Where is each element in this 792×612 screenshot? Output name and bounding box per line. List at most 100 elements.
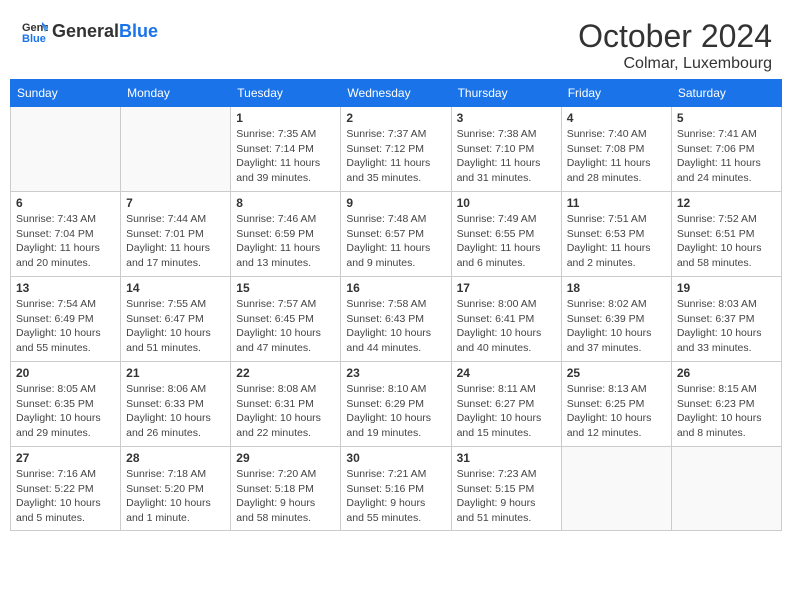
calendar-cell: 20 Sunrise: 8:05 AM Sunset: 6:35 PM Dayli…: [11, 362, 121, 447]
day-number: 19: [677, 281, 776, 295]
day-info: Sunrise: 7:35 AM Sunset: 7:14 PM Dayligh…: [236, 127, 335, 186]
calendar-cell: [121, 107, 231, 192]
calendar-cell: 8 Sunrise: 7:46 AM Sunset: 6:59 PM Daylig…: [231, 192, 341, 277]
calendar-cell: 12 Sunrise: 7:52 AM Sunset: 6:51 PM Dayli…: [671, 192, 781, 277]
day-header-wednesday: Wednesday: [341, 80, 451, 107]
day-info: Sunrise: 8:10 AM Sunset: 6:29 PM Dayligh…: [346, 382, 445, 441]
days-header-row: SundayMondayTuesdayWednesdayThursdayFrid…: [11, 80, 782, 107]
day-header-thursday: Thursday: [451, 80, 561, 107]
day-number: 1: [236, 111, 335, 125]
day-number: 11: [567, 196, 666, 210]
day-info: Sunrise: 7:58 AM Sunset: 6:43 PM Dayligh…: [346, 297, 445, 356]
calendar-cell: 6 Sunrise: 7:43 AM Sunset: 7:04 PM Daylig…: [11, 192, 121, 277]
day-number: 14: [126, 281, 225, 295]
day-number: 9: [346, 196, 445, 210]
day-number: 24: [457, 366, 556, 380]
day-info: Sunrise: 7:46 AM Sunset: 6:59 PM Dayligh…: [236, 212, 335, 271]
day-number: 25: [567, 366, 666, 380]
calendar-cell: 15 Sunrise: 7:57 AM Sunset: 6:45 PM Dayli…: [231, 277, 341, 362]
day-info: Sunrise: 7:43 AM Sunset: 7:04 PM Dayligh…: [16, 212, 115, 271]
logo: General Blue GeneralBlue: [20, 18, 158, 46]
day-info: Sunrise: 8:02 AM Sunset: 6:39 PM Dayligh…: [567, 297, 666, 356]
day-info: Sunrise: 7:48 AM Sunset: 6:57 PM Dayligh…: [346, 212, 445, 271]
day-info: Sunrise: 7:52 AM Sunset: 6:51 PM Dayligh…: [677, 212, 776, 271]
day-info: Sunrise: 7:57 AM Sunset: 6:45 PM Dayligh…: [236, 297, 335, 356]
calendar-cell: 1 Sunrise: 7:35 AM Sunset: 7:14 PM Daylig…: [231, 107, 341, 192]
day-info: Sunrise: 8:05 AM Sunset: 6:35 PM Dayligh…: [16, 382, 115, 441]
day-number: 10: [457, 196, 556, 210]
day-header-saturday: Saturday: [671, 80, 781, 107]
logo-icon: General Blue: [20, 18, 48, 46]
calendar-cell: 24 Sunrise: 8:11 AM Sunset: 6:27 PM Dayli…: [451, 362, 561, 447]
day-header-tuesday: Tuesday: [231, 80, 341, 107]
day-header-friday: Friday: [561, 80, 671, 107]
calendar-cell: [11, 107, 121, 192]
calendar-cell: 18 Sunrise: 8:02 AM Sunset: 6:39 PM Dayli…: [561, 277, 671, 362]
day-header-monday: Monday: [121, 80, 231, 107]
day-number: 15: [236, 281, 335, 295]
day-info: Sunrise: 7:40 AM Sunset: 7:08 PM Dayligh…: [567, 127, 666, 186]
calendar-cell: 19 Sunrise: 8:03 AM Sunset: 6:37 PM Dayli…: [671, 277, 781, 362]
day-number: 28: [126, 451, 225, 465]
calendar-cell: 10 Sunrise: 7:49 AM Sunset: 6:55 PM Dayli…: [451, 192, 561, 277]
calendar-table: SundayMondayTuesdayWednesdayThursdayFrid…: [10, 79, 782, 531]
day-number: 22: [236, 366, 335, 380]
day-info: Sunrise: 7:16 AM Sunset: 5:22 PM Dayligh…: [16, 467, 115, 526]
week-row-3: 13 Sunrise: 7:54 AM Sunset: 6:49 PM Dayli…: [11, 277, 782, 362]
day-number: 20: [16, 366, 115, 380]
day-info: Sunrise: 7:38 AM Sunset: 7:10 PM Dayligh…: [457, 127, 556, 186]
day-info: Sunrise: 7:51 AM Sunset: 6:53 PM Dayligh…: [567, 212, 666, 271]
calendar-cell: 26Sunrise: 8:15 AM Sunset: 6:23 PM Dayli…: [671, 362, 781, 447]
day-header-sunday: Sunday: [11, 80, 121, 107]
day-number: 7: [126, 196, 225, 210]
calendar-cell: 25 Sunrise: 8:13 AM Sunset: 6:25 PM Dayli…: [561, 362, 671, 447]
calendar-cell: 31Sunrise: 7:23 AM Sunset: 5:15 PM Dayli…: [451, 447, 561, 531]
calendar-cell: 21 Sunrise: 8:06 AM Sunset: 6:33 PM Dayli…: [121, 362, 231, 447]
day-number: 2: [346, 111, 445, 125]
calendar-cell: 11 Sunrise: 7:51 AM Sunset: 6:53 PM Dayli…: [561, 192, 671, 277]
day-number: 6: [16, 196, 115, 210]
calendar-cell: [561, 447, 671, 531]
week-row-5: 27Sunrise: 7:16 AM Sunset: 5:22 PM Dayli…: [11, 447, 782, 531]
day-number: 29: [236, 451, 335, 465]
day-number: 12: [677, 196, 776, 210]
day-number: 23: [346, 366, 445, 380]
calendar-cell: 17Sunrise: 8:00 AM Sunset: 6:41 PM Dayli…: [451, 277, 561, 362]
calendar-cell: 4 Sunrise: 7:40 AM Sunset: 7:08 PM Daylig…: [561, 107, 671, 192]
title-block: October 2024 Colmar, Luxembourg: [578, 18, 772, 73]
day-info: Sunrise: 7:54 AM Sunset: 6:49 PM Dayligh…: [16, 297, 115, 356]
day-info: Sunrise: 8:11 AM Sunset: 6:27 PM Dayligh…: [457, 382, 556, 441]
day-info: Sunrise: 7:20 AM Sunset: 5:18 PM Dayligh…: [236, 467, 335, 526]
calendar-cell: 14Sunrise: 7:55 AM Sunset: 6:47 PM Dayli…: [121, 277, 231, 362]
calendar-cell: 5Sunrise: 7:41 AM Sunset: 7:06 PM Daylig…: [671, 107, 781, 192]
calendar-cell: 30Sunrise: 7:21 AM Sunset: 5:16 PM Dayli…: [341, 447, 451, 531]
day-info: Sunrise: 8:13 AM Sunset: 6:25 PM Dayligh…: [567, 382, 666, 441]
day-number: 13: [16, 281, 115, 295]
day-info: Sunrise: 8:06 AM Sunset: 6:33 PM Dayligh…: [126, 382, 225, 441]
day-info: Sunrise: 8:08 AM Sunset: 6:31 PM Dayligh…: [236, 382, 335, 441]
day-number: 4: [567, 111, 666, 125]
day-info: Sunrise: 8:00 AM Sunset: 6:41 PM Dayligh…: [457, 297, 556, 356]
calendar-cell: 7 Sunrise: 7:44 AM Sunset: 7:01 PM Daylig…: [121, 192, 231, 277]
day-number: 16: [346, 281, 445, 295]
day-info: Sunrise: 7:23 AM Sunset: 5:15 PM Dayligh…: [457, 467, 556, 526]
day-info: Sunrise: 7:18 AM Sunset: 5:20 PM Dayligh…: [126, 467, 225, 526]
calendar-cell: 29 Sunrise: 7:20 AM Sunset: 5:18 PM Dayli…: [231, 447, 341, 531]
week-row-4: 20 Sunrise: 8:05 AM Sunset: 6:35 PM Dayli…: [11, 362, 782, 447]
day-info: Sunrise: 8:03 AM Sunset: 6:37 PM Dayligh…: [677, 297, 776, 356]
day-number: 21: [126, 366, 225, 380]
week-row-2: 6 Sunrise: 7:43 AM Sunset: 7:04 PM Daylig…: [11, 192, 782, 277]
calendar-cell: 9 Sunrise: 7:48 AM Sunset: 6:57 PM Daylig…: [341, 192, 451, 277]
logo-blue-text: Blue: [119, 21, 158, 41]
day-info: Sunrise: 7:49 AM Sunset: 6:55 PM Dayligh…: [457, 212, 556, 271]
calendar-cell: 28 Sunrise: 7:18 AM Sunset: 5:20 PM Dayli…: [121, 447, 231, 531]
calendar-cell: 13 Sunrise: 7:54 AM Sunset: 6:49 PM Dayli…: [11, 277, 121, 362]
calendar-cell: 23 Sunrise: 8:10 AM Sunset: 6:29 PM Dayli…: [341, 362, 451, 447]
day-number: 8: [236, 196, 335, 210]
day-number: 18: [567, 281, 666, 295]
day-info: Sunrise: 7:41 AM Sunset: 7:06 PM Dayligh…: [677, 127, 776, 186]
day-number: 26: [677, 366, 776, 380]
day-number: 30: [346, 451, 445, 465]
day-number: 3: [457, 111, 556, 125]
day-info: Sunrise: 7:44 AM Sunset: 7:01 PM Dayligh…: [126, 212, 225, 271]
